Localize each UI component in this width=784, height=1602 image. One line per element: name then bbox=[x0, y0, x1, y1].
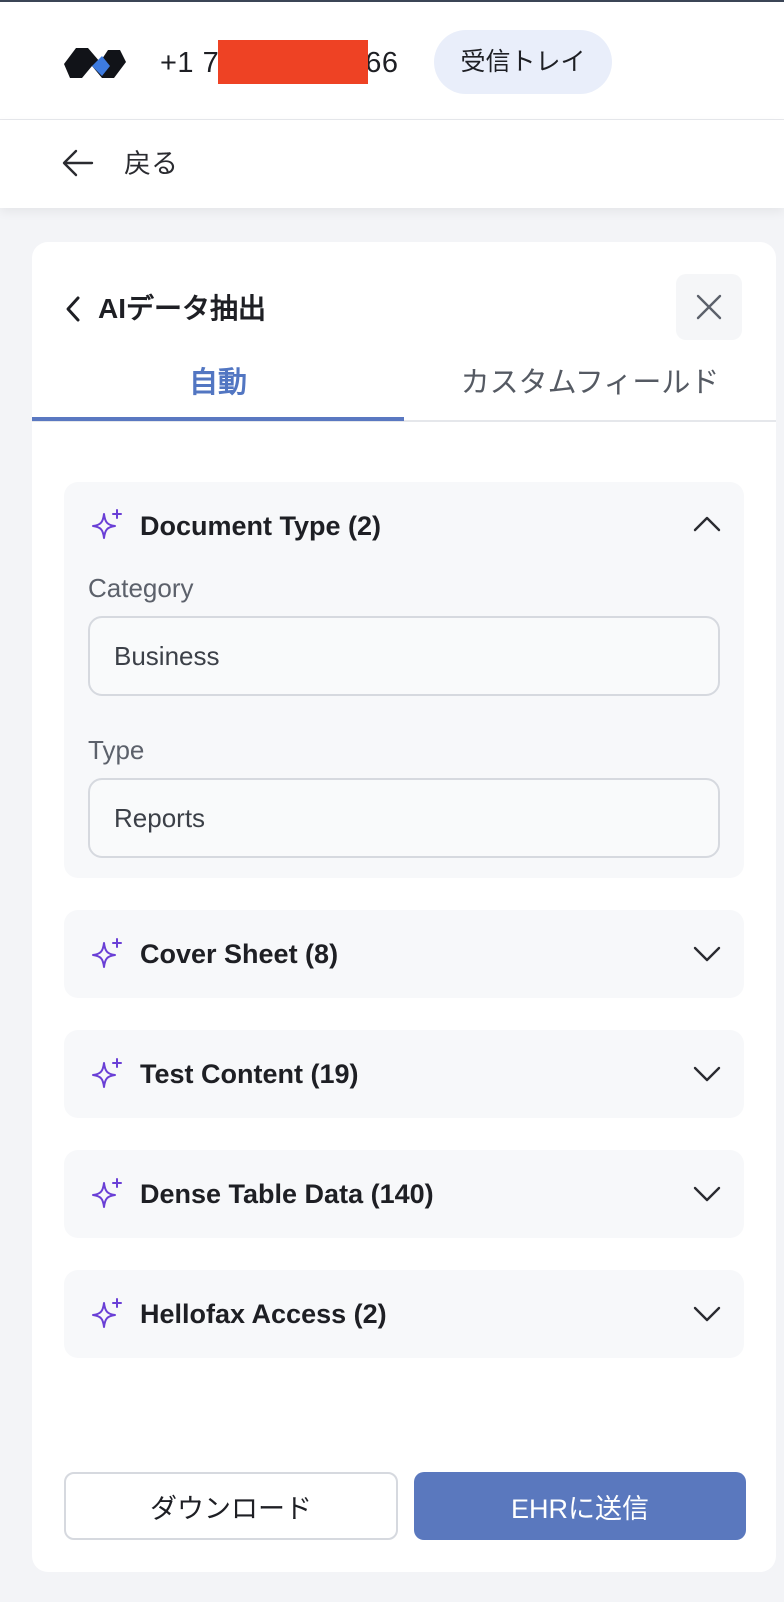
type-label: Type bbox=[88, 735, 145, 765]
tab-auto[interactable]: 自動 bbox=[32, 360, 404, 422]
sparkle-icon bbox=[92, 509, 122, 539]
inbox-button[interactable]: 受信トレイ bbox=[434, 30, 612, 94]
active-tab-indicator bbox=[32, 417, 404, 421]
sparkle-icon bbox=[92, 1058, 122, 1088]
ai-extraction-panel: AIデータ抽出 自動 カスタムフィールド Document Type (2) C… bbox=[32, 242, 776, 1572]
redaction-block bbox=[218, 40, 368, 84]
section-title[interactable]: Cover Sheet (8) bbox=[140, 934, 338, 974]
chevron-up-icon[interactable] bbox=[692, 514, 722, 534]
section-title[interactable]: Hellofax Access (2) bbox=[140, 1294, 387, 1334]
section-dense-table-data[interactable]: Dense Table Data (140) bbox=[64, 1150, 744, 1238]
sparkle-icon bbox=[92, 938, 122, 968]
chevron-down-icon[interactable] bbox=[692, 1184, 722, 1204]
tab-bar: 自動 カスタムフィールド bbox=[32, 360, 776, 422]
phone-suffix: 66 bbox=[365, 47, 399, 79]
close-button[interactable] bbox=[676, 274, 742, 340]
section-test-content[interactable]: Test Content (19) bbox=[64, 1030, 744, 1118]
chevron-down-icon[interactable] bbox=[692, 1304, 722, 1324]
app-logo-icon[interactable] bbox=[62, 42, 128, 84]
section-document-type: Document Type (2) Category Type bbox=[64, 482, 744, 878]
close-icon bbox=[696, 294, 722, 320]
back-bar[interactable]: 戻る bbox=[0, 120, 784, 208]
section-hellofax-access[interactable]: Hellofax Access (2) bbox=[64, 1270, 744, 1358]
panel-title: AIデータ抽出 bbox=[98, 293, 267, 324]
category-label: Category bbox=[88, 573, 194, 603]
chevron-down-icon[interactable] bbox=[692, 944, 722, 964]
section-cover-sheet[interactable]: Cover Sheet (8) bbox=[64, 910, 744, 998]
type-field[interactable] bbox=[88, 778, 720, 858]
sparkle-icon bbox=[92, 1298, 122, 1328]
chevron-left-icon[interactable] bbox=[62, 294, 84, 324]
app-header: +1 7 66 受信トレイ bbox=[0, 2, 784, 120]
back-label[interactable]: 戻る bbox=[124, 144, 178, 184]
section-title[interactable]: Document Type (2) bbox=[140, 506, 381, 546]
category-field[interactable] bbox=[88, 616, 720, 696]
phone-prefix: +1 7 bbox=[160, 47, 220, 79]
chevron-down-icon[interactable] bbox=[692, 1064, 722, 1084]
download-button[interactable]: ダウンロード bbox=[64, 1472, 398, 1540]
section-title[interactable]: Dense Table Data (140) bbox=[140, 1174, 434, 1214]
tab-custom-fields[interactable]: カスタムフィールド bbox=[404, 360, 776, 422]
section-title[interactable]: Test Content (19) bbox=[140, 1054, 359, 1094]
send-to-ehr-button[interactable]: EHRに送信 bbox=[414, 1472, 746, 1540]
sparkle-icon bbox=[92, 1178, 122, 1208]
arrow-left-icon[interactable] bbox=[62, 148, 94, 178]
